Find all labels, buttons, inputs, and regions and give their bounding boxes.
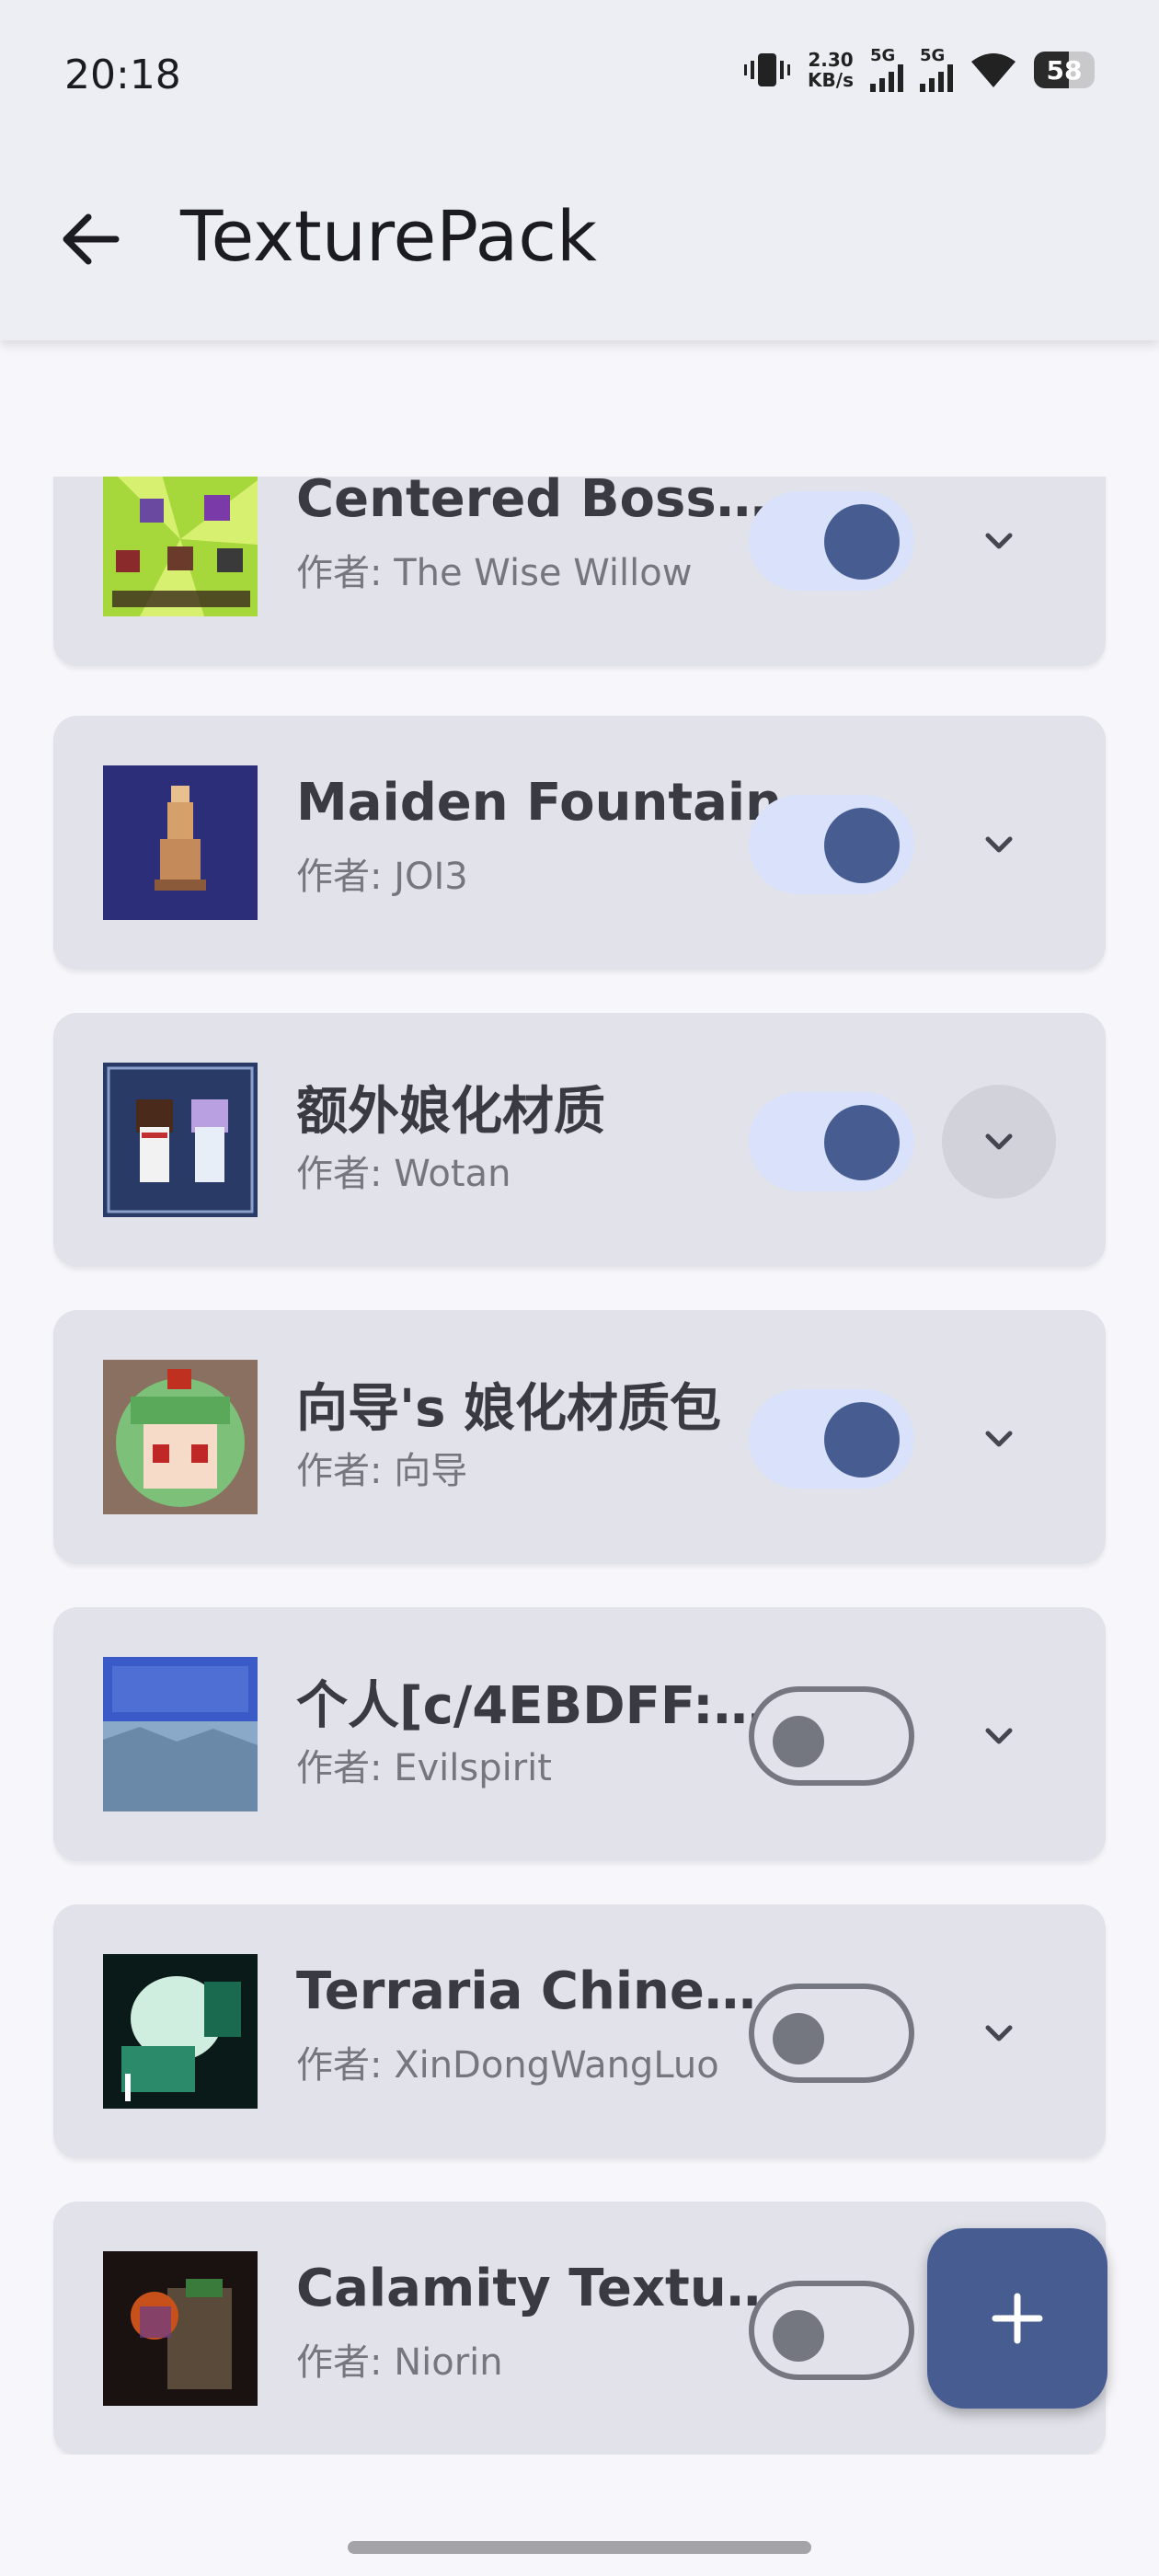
top-app-bar: 20:18 2.30 KB/s 5G 5G 58 TexturePack (0, 0, 1159, 340)
texture-pack-card[interactable]: 向导's 娘化材质包 作者: 向导 (53, 1310, 1106, 1564)
signal-icon: 5G (870, 48, 903, 92)
expand-button[interactable] (942, 1976, 1056, 2090)
texture-pack-list[interactable]: Centered Boss … 作者: The Wise Willow Maid… (0, 477, 1159, 2455)
signal-icon: 5G (920, 48, 953, 92)
pack-name: 额外娘化材质 (296, 1082, 605, 1142)
expand-button[interactable] (942, 1679, 1056, 1793)
pack-author: 作者: XinDongWangLuo (296, 2044, 719, 2087)
expand-button[interactable] (942, 1382, 1056, 1496)
add-pack-button[interactable] (927, 2228, 1107, 2409)
sim2-label: 5G (920, 46, 946, 65)
pack-author: 作者: Wotan (296, 1153, 511, 1195)
enable-toggle[interactable] (749, 1389, 914, 1489)
pack-author: 作者: Niorin (296, 2341, 503, 2384)
pack-thumbnail (103, 2251, 258, 2406)
wifi-icon (971, 53, 1016, 87)
texture-pack-card[interactable]: Centered Boss … 作者: The Wise Willow (53, 477, 1106, 666)
expand-button[interactable] (942, 484, 1056, 598)
enable-toggle[interactable] (749, 1984, 914, 2083)
chevron-down-icon (985, 836, 1013, 853)
home-indicator[interactable] (348, 2541, 811, 2554)
enable-toggle[interactable] (749, 1686, 914, 1786)
page-title: TexturePack (180, 195, 597, 277)
sim1-label: 5G (870, 46, 896, 65)
chevron-down-icon (985, 533, 1013, 549)
pack-thumbnail (103, 1063, 258, 1217)
pack-name: Calamity Textur… (296, 2259, 784, 2318)
battery-level: 58 (1046, 55, 1083, 86)
pack-name: Terraria Chines… (296, 1961, 784, 2021)
enable-toggle[interactable] (749, 2281, 914, 2380)
expand-button[interactable] (942, 1085, 1056, 1199)
pack-author: 作者: 向导 (296, 1450, 468, 1492)
pack-name: Centered Boss … (296, 477, 784, 529)
chevron-down-icon (985, 1133, 1013, 1150)
chevron-down-icon (985, 1431, 1013, 1447)
pack-author: 作者: Evilspirit (296, 1747, 552, 1789)
status-time: 20:18 (64, 52, 181, 98)
chevron-down-icon (985, 1728, 1013, 1744)
expand-button[interactable] (942, 788, 1056, 902)
pack-name: 个人[c/4EBDFF:… (296, 1676, 765, 1736)
pack-author: 作者: The Wise Willow (296, 552, 693, 594)
pack-thumbnail (103, 1360, 258, 1514)
pack-thumbnail (103, 765, 258, 920)
pack-thumbnail (103, 1657, 258, 1811)
texture-pack-card[interactable]: 个人[c/4EBDFF:… 作者: Evilspirit (53, 1607, 1106, 1861)
status-icons: 2.30 KB/s 5G 5G 58 (743, 48, 1095, 92)
texture-pack-card[interactable]: 额外娘化材质 作者: Wotan (53, 1013, 1106, 1267)
battery-icon: 58 (1034, 52, 1095, 88)
pack-thumbnail (103, 1954, 258, 2109)
vibrate-icon (744, 53, 791, 86)
pack-author: 作者: JOI3 (296, 856, 468, 898)
enable-toggle[interactable] (749, 1092, 914, 1191)
enable-toggle[interactable] (749, 795, 914, 894)
pack-name: Maiden Fountain (296, 773, 782, 833)
plus-icon (992, 2293, 1043, 2344)
pack-name: 向导's 娘化材质包 (296, 1379, 721, 1439)
network-speed-unit: KB/s (808, 69, 854, 91)
texture-pack-card[interactable]: Maiden Fountain 作者: JOI3 (53, 716, 1106, 970)
texture-pack-card[interactable]: Terraria Chines… 作者: XinDongWangLuo (53, 1904, 1106, 2158)
network-speed-value: 2.30 (808, 49, 854, 71)
enable-toggle[interactable] (749, 491, 914, 591)
chevron-down-icon (985, 2025, 1013, 2041)
pack-thumbnail (103, 477, 258, 616)
network-speed: 2.30 KB/s (808, 50, 854, 90)
arrow-left-icon[interactable] (52, 201, 129, 278)
